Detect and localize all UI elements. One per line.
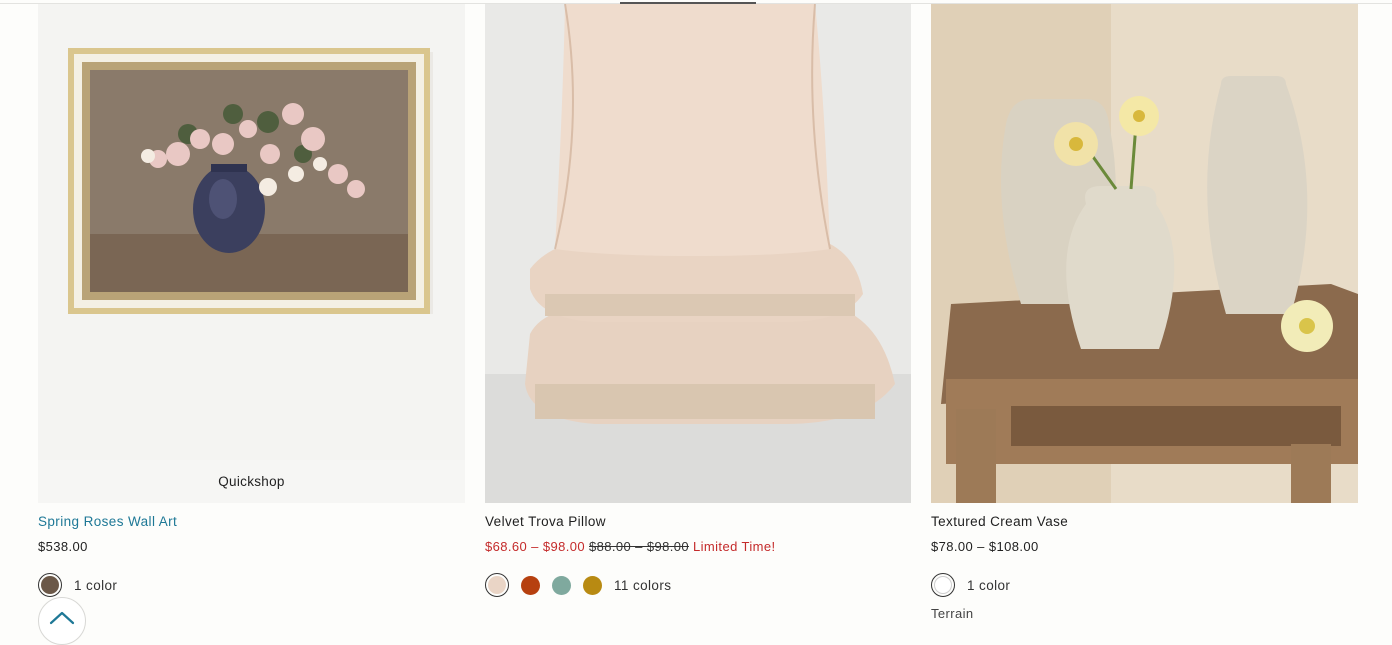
product-price: $78.00 – $108.00 — [931, 539, 1039, 554]
color-count: 1 color — [74, 577, 118, 593]
color-swatch-selected[interactable] — [931, 573, 955, 597]
product-price: $538.00 — [38, 539, 88, 554]
product-image[interactable] — [931, 4, 1358, 503]
color-count: 1 color — [967, 577, 1011, 593]
color-swatch-selected[interactable] — [38, 573, 62, 597]
product-image[interactable] — [485, 4, 911, 503]
promo-badge: Limited Time! — [693, 539, 776, 554]
back-to-top-button[interactable] — [38, 597, 86, 645]
product-title[interactable]: Velvet Trova Pillow — [485, 514, 911, 530]
product-price: $68.60 – $98.00 $88.00 – $98.00 Limited … — [485, 539, 911, 555]
product-card-spring-roses: Quickshop Spring Roses Wall Art $538.00 … — [38, 4, 465, 597]
product-title[interactable]: Spring Roses Wall Art — [38, 514, 465, 530]
color-count: 11 colors — [614, 577, 672, 593]
product-image[interactable]: Quickshop — [38, 4, 465, 503]
original-price: $88.00 – $98.00 — [589, 539, 689, 554]
color-swatches: 1 color — [38, 573, 465, 597]
color-swatch-rust[interactable] — [521, 575, 540, 595]
product-card-textured-vase: Textured Cream Vase $78.00 – $108.00 1 c… — [931, 4, 1358, 621]
quickshop-button[interactable]: Quickshop — [38, 460, 465, 503]
color-swatch-mustard[interactable] — [583, 575, 602, 595]
color-swatch-sage[interactable] — [552, 575, 571, 595]
sale-price: $68.60 – $98.00 — [485, 539, 585, 554]
product-card-velvet-pillow: Velvet Trova Pillow $68.60 – $98.00 $88.… — [485, 4, 911, 597]
color-swatch-selected[interactable] — [485, 573, 509, 597]
color-swatches: 1 color — [931, 573, 1358, 597]
brand-label: Terrain — [931, 606, 974, 621]
product-title[interactable]: Textured Cream Vase — [931, 514, 1358, 530]
color-swatches: 11 colors — [485, 573, 911, 597]
chevron-up-icon — [49, 611, 75, 630]
